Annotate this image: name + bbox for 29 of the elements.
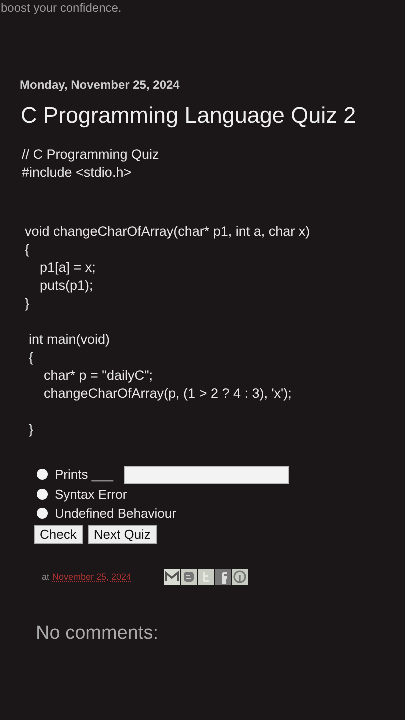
comments-heading: No comments:: [36, 622, 160, 644]
code-line: char* p = "dailyC";: [44, 368, 154, 383]
facebook-share-icon[interactable]: [214, 568, 231, 584]
code-line: int main(void): [29, 332, 110, 347]
code-line: p1[a] = x;: [40, 260, 96, 275]
email-share-icon[interactable]: [164, 568, 180, 584]
code-line: void changeCharOfArray(char* p1, int a, char x): [25, 224, 310, 239]
posted-at-label: at: [42, 572, 50, 582]
code-line: // C Programming Quiz: [22, 146, 160, 164]
quiz-button[interactable]: Check: [34, 524, 83, 544]
option-label: Syntax Error: [55, 486, 128, 502]
code-line: #include <stdio.h>: [22, 164, 133, 182]
code-line: changeCharOfArray(p, (1 > 2 ? 4 : 3), 'x');: [44, 386, 292, 401]
radio-button[interactable]: [37, 488, 48, 500]
code-line: {: [25, 242, 30, 257]
radio-button[interactable]: [37, 508, 48, 520]
code-line: }: [25, 296, 30, 311]
post-date: Monday, November 25, 2024: [20, 78, 181, 92]
code-line: puts(p1);: [40, 278, 94, 293]
answer-field[interactable]: [124, 466, 289, 484]
tagline-text: boost your confidence.: [1, 0, 123, 15]
option-label: Prints ___: [55, 467, 114, 482]
blog-share-icon[interactable]: [180, 568, 197, 584]
code-line: }: [29, 422, 34, 437]
radio-button[interactable]: [37, 469, 48, 480]
post-title: C Programming Language Quiz 2: [21, 103, 358, 129]
code-line: {: [29, 350, 34, 365]
quiz-button[interactable]: Next Quiz: [88, 524, 157, 544]
option-label: Undefined Behaviour: [55, 506, 176, 522]
